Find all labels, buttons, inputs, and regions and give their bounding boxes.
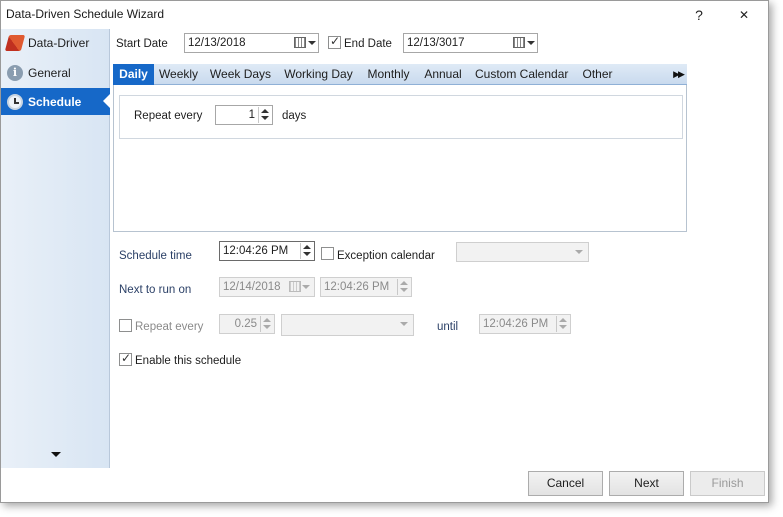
calendar-icon[interactable] — [294, 37, 306, 48]
tab-other[interactable]: Other — [580, 64, 615, 85]
repeat-interval-input: 0.25 — [219, 314, 275, 334]
chevron-down-icon[interactable] — [308, 41, 316, 45]
title-bar: Data-Driven Schedule Wizard ? ✕ — [1, 1, 768, 29]
cancel-button-label: Cancel — [546, 476, 585, 490]
data-driver-icon — [4, 34, 26, 51]
end-date-picker[interactable]: 12/13/3017 — [403, 33, 538, 53]
tab-scroll-right-icon[interactable]: ▶▶ — [670, 64, 686, 85]
daily-unit-label: days — [282, 110, 307, 122]
tab-daily[interactable]: Daily — [113, 64, 154, 85]
until-time-value: 12:04:26 PM — [483, 318, 549, 330]
start-date-picker[interactable]: 12/13/2018 — [184, 33, 319, 53]
chevron-down-icon[interactable] — [527, 41, 535, 45]
tab-weekly[interactable]: Weekly — [156, 64, 201, 85]
next-run-time-input: 12:04:26 PM — [320, 277, 412, 297]
until-label: until — [437, 321, 459, 333]
tab-week-days[interactable]: Week Days — [209, 64, 272, 85]
tab-annual[interactable]: Annual — [423, 64, 463, 85]
cancel-button[interactable]: Cancel — [528, 471, 603, 496]
exception-calendar-label: Exception calendar — [337, 250, 435, 262]
repeat-every-label: Repeat every — [135, 321, 204, 333]
sidebar-item-label: Schedule — [28, 94, 82, 109]
sidebar-item-label: Data-Driver — [28, 35, 90, 50]
info-icon: i — [7, 64, 23, 81]
spinner-icon — [397, 279, 410, 295]
tab-monthly[interactable]: Monthly — [366, 64, 411, 85]
schedule-time-value: 12:04:26 PM — [223, 245, 289, 257]
wizard-window: Data-Driven Schedule Wizard ? ✕ Data-Dri… — [0, 0, 769, 503]
tab-custom-calendar[interactable]: Custom Calendar — [475, 64, 568, 85]
end-date-label: End Date — [344, 38, 392, 50]
chevron-down-icon — [302, 285, 310, 289]
close-button[interactable]: ✕ — [732, 5, 756, 25]
next-run-date-picker: 12/14/2018 — [219, 277, 315, 297]
end-date-checkbox[interactable] — [328, 34, 341, 49]
help-button[interactable]: ? — [687, 5, 711, 25]
next-run-date-value: 12/14/2018 — [223, 281, 281, 293]
sidebar: Data-Driver i General Schedule — [1, 29, 110, 468]
exception-calendar-checkbox[interactable] — [321, 247, 334, 260]
spinner-icon[interactable] — [258, 107, 271, 123]
sidebar-item-general[interactable]: i General — [1, 59, 110, 86]
start-date-label: Start Date — [116, 38, 168, 50]
clock-icon — [7, 93, 23, 110]
daily-repeat-value: 1 — [248, 109, 255, 121]
chevron-down-icon — [400, 322, 408, 326]
daily-repeat-input[interactable]: 1 — [215, 105, 273, 125]
close-icon: ✕ — [738, 8, 750, 22]
daily-repeat-label: Repeat every — [134, 110, 203, 122]
next-run-label: Next to run on — [119, 284, 192, 296]
spinner-icon — [260, 316, 273, 332]
repeat-every-checkbox[interactable] — [119, 319, 132, 332]
spinner-icon — [556, 316, 569, 332]
finish-button-label: Finish — [711, 476, 744, 490]
repeat-unit-select — [281, 314, 414, 336]
next-run-time-value: 12:04:26 PM — [324, 281, 390, 293]
schedule-time-input[interactable]: 12:04:26 PM — [219, 241, 315, 261]
end-date-value: 12/13/3017 — [407, 37, 465, 49]
chevron-down-icon[interactable] — [575, 250, 583, 254]
next-button[interactable]: Next — [609, 471, 684, 496]
daily-tab-panel: Repeat every 1 days — [113, 85, 687, 232]
schedule-type-tabs: Daily Weekly Week Days Working Day Month… — [113, 64, 687, 85]
next-button-label: Next — [634, 476, 659, 490]
sidebar-item-data-driver[interactable]: Data-Driver — [1, 29, 110, 56]
repeat-interval-value: 0.25 — [234, 318, 257, 330]
daily-options-box: Repeat every 1 days — [119, 95, 683, 139]
enable-schedule-checkbox[interactable] — [119, 351, 132, 366]
exception-calendar-select[interactable] — [456, 242, 589, 262]
finish-button[interactable]: Finish — [690, 471, 765, 496]
schedule-time-label: Schedule time — [119, 250, 192, 262]
window-title: Data-Driven Schedule Wizard — [6, 7, 165, 21]
until-time-input: 12:04:26 PM — [479, 314, 571, 334]
sidebar-item-label: General — [28, 65, 71, 80]
sidebar-item-schedule[interactable]: Schedule — [1, 88, 110, 115]
calendar-icon — [289, 281, 301, 292]
spinner-icon[interactable] — [300, 243, 313, 259]
start-date-value: 12/13/2018 — [188, 37, 246, 49]
enable-schedule-label: Enable this schedule — [135, 355, 242, 367]
calendar-icon[interactable] — [513, 37, 525, 48]
scroll-down-icon[interactable] — [51, 452, 61, 457]
tab-working-day[interactable]: Working Day — [283, 64, 354, 85]
